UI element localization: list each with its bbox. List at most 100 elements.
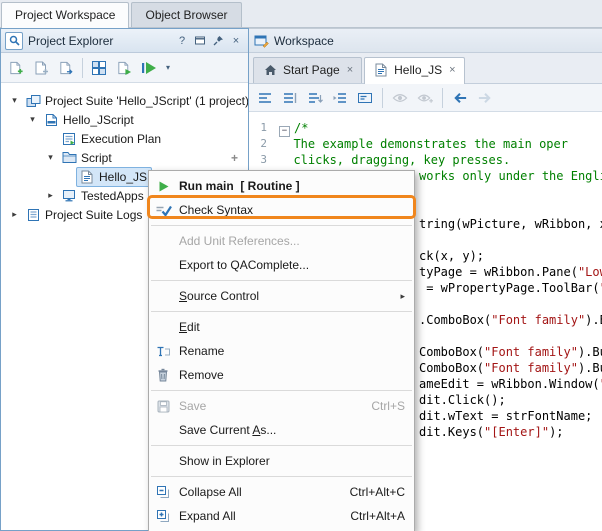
navigate-back-button[interactable] xyxy=(449,87,471,109)
close-icon[interactable]: × xyxy=(347,64,353,76)
menu-item-export-to-qacomplete[interactable]: Export to QAComplete... xyxy=(149,253,414,277)
code-templates-button[interactable] xyxy=(354,87,376,109)
menu-item-edit[interactable]: Edit xyxy=(149,315,414,339)
expanded-arrow-icon[interactable]: ▾ xyxy=(7,95,22,106)
indent-icon xyxy=(332,90,348,106)
tab-project-workspace[interactable]: Project Workspace xyxy=(1,2,129,28)
format-code-button[interactable] xyxy=(254,87,276,109)
toolbar-separator xyxy=(382,88,383,108)
menu-item-collapse-all[interactable]: Collapse AllCtrl+Alt+C xyxy=(149,480,414,504)
code-segment: ).But xyxy=(578,345,602,359)
new-document-button[interactable] xyxy=(29,56,53,80)
bookmark-list-button[interactable] xyxy=(279,87,301,109)
navigate-forward-button xyxy=(474,87,496,109)
menu-item-rename[interactable]: Rename xyxy=(149,339,414,363)
collapse-all-icon xyxy=(153,484,173,500)
pin-icon[interactable] xyxy=(210,33,226,49)
tab-start-page[interactable]: Start Page × xyxy=(253,57,362,83)
home-icon xyxy=(262,62,278,78)
tree-item-execution-plan[interactable]: Execution Plan xyxy=(1,129,248,148)
menu-item-add-unit-references: Add Unit References... xyxy=(149,229,414,253)
menu-item-show-in-explorer[interactable]: Show in Explorer xyxy=(149,449,414,473)
run-project-button[interactable] xyxy=(137,56,161,80)
submenu-arrow-icon: ▸ xyxy=(400,291,405,302)
tree-item-hello-jscript[interactable]: ▾Hello_JScript xyxy=(1,110,248,129)
project-explorer-toolbar: ▾ xyxy=(1,53,248,83)
toolbar-separator xyxy=(442,88,443,108)
indent-button[interactable] xyxy=(329,87,351,109)
format-code-icon xyxy=(257,90,273,106)
tree-item-project-suite-hello-jscript-1-project[interactable]: ▾Project Suite 'Hello_JScript' (1 projec… xyxy=(1,91,248,110)
menu-item-label: Expand All xyxy=(179,509,236,523)
menu-item-check-syntax[interactable]: Check Syntax xyxy=(149,198,414,222)
float-window-icon[interactable] xyxy=(192,33,208,49)
panel-header-buttons: ? × xyxy=(174,33,244,49)
tree-item-script[interactable]: ▾ Script + xyxy=(1,148,248,167)
sort-members-icon xyxy=(307,90,323,106)
menu-item-label: Remove xyxy=(179,368,224,382)
tree-item-content: Project Suite Logs xyxy=(22,205,147,225)
blank-icon xyxy=(153,288,173,304)
sort-members-button[interactable] xyxy=(304,87,326,109)
close-icon[interactable]: × xyxy=(228,33,244,49)
code-line: ameEdit = wRibbon.Window("N xyxy=(419,376,602,392)
tree-item-content: Project Suite 'Hello_JScript' (1 project… xyxy=(22,91,248,111)
expanded-arrow-icon[interactable]: ▾ xyxy=(25,114,40,125)
menu-item-save-current-as[interactable]: Save Current As... xyxy=(149,418,414,442)
bookmark-list-icon xyxy=(282,90,298,106)
menu-item-remove[interactable]: Remove xyxy=(149,363,414,387)
code-segment: ComboBox( xyxy=(419,345,484,359)
menu-item-label: Add Unit References... xyxy=(179,234,300,248)
panel-title: Project Explorer xyxy=(28,34,113,48)
tree-item-content: Script xyxy=(58,148,117,168)
collapsed-arrow-icon[interactable]: ▸ xyxy=(43,190,58,201)
menu-item-source-control[interactable]: Source Control ▸ xyxy=(149,284,414,308)
add-child-item-button[interactable]: + xyxy=(231,151,238,165)
line-number: 1 xyxy=(249,120,267,136)
blank-icon xyxy=(153,453,173,469)
code-line: = wPropertyPage.ToolBar(" xyxy=(419,280,602,296)
code-segment: clicks, dragging, key presses. xyxy=(279,153,510,167)
code-segment: ck(x, y); xyxy=(419,249,484,263)
menu-item-label: Source Control xyxy=(179,289,259,303)
project-icon xyxy=(43,112,59,128)
expanded-arrow-icon[interactable]: ▾ xyxy=(43,152,58,163)
close-icon[interactable]: × xyxy=(449,64,455,76)
collapsed-arrow-icon[interactable]: ▸ xyxy=(7,209,22,220)
organize-items-button[interactable] xyxy=(87,56,111,80)
add-new-item-button[interactable] xyxy=(4,56,28,80)
open-item-button[interactable] xyxy=(54,56,78,80)
run-options-caret[interactable]: ▾ xyxy=(162,56,174,80)
check-syntax-icon xyxy=(153,202,173,218)
code-segment: dit.wText = strFontName; xyxy=(419,409,592,423)
code-line: tyPage = wRibbon.Pane("Lowe xyxy=(419,264,602,280)
menu-shortcut: Ctrl+Alt+C xyxy=(350,485,405,499)
tree-item-content: Hello_JS xyxy=(76,167,152,187)
tab-hello-js[interactable]: Hello_JS × xyxy=(364,57,464,84)
menu-item-run-main-routine[interactable]: Run main [ Routine ] xyxy=(149,174,414,198)
help-icon[interactable]: ? xyxy=(174,33,190,49)
menu-item-expand-all[interactable]: Expand AllCtrl+Alt+A xyxy=(149,504,414,528)
code-segment: tring(wPicture, wRibbon, x xyxy=(419,217,602,231)
code-segment: ComboBox( xyxy=(419,361,484,375)
run-icon xyxy=(153,178,173,194)
code-line: .ComboBox("Font family").B xyxy=(419,312,602,328)
code-segment: "Font family" xyxy=(484,345,578,359)
unit-icon xyxy=(373,62,389,78)
code-line: ck(x, y); xyxy=(419,248,484,264)
run-test-button[interactable] xyxy=(112,56,136,80)
remove-icon xyxy=(153,367,173,383)
tree-item-label: Script xyxy=(81,151,112,165)
code-line: clicks, dragging, key presses. xyxy=(279,152,510,168)
toolbar-separator xyxy=(82,58,83,78)
run-test-icon xyxy=(116,60,132,76)
workspace-header: Workspace xyxy=(249,29,602,53)
menu-item-label: Rename xyxy=(179,344,224,358)
code-segment: The example demonstrates the main oper xyxy=(279,137,568,151)
new-document-icon xyxy=(33,60,49,76)
menu-item-label: Run main [ Routine ] xyxy=(179,179,300,193)
code-segment: = wPropertyPage.ToolBar( xyxy=(419,281,600,295)
tab-object-browser[interactable]: Object Browser xyxy=(131,2,241,27)
menu-separator xyxy=(151,311,412,312)
search-icon[interactable] xyxy=(5,32,23,50)
